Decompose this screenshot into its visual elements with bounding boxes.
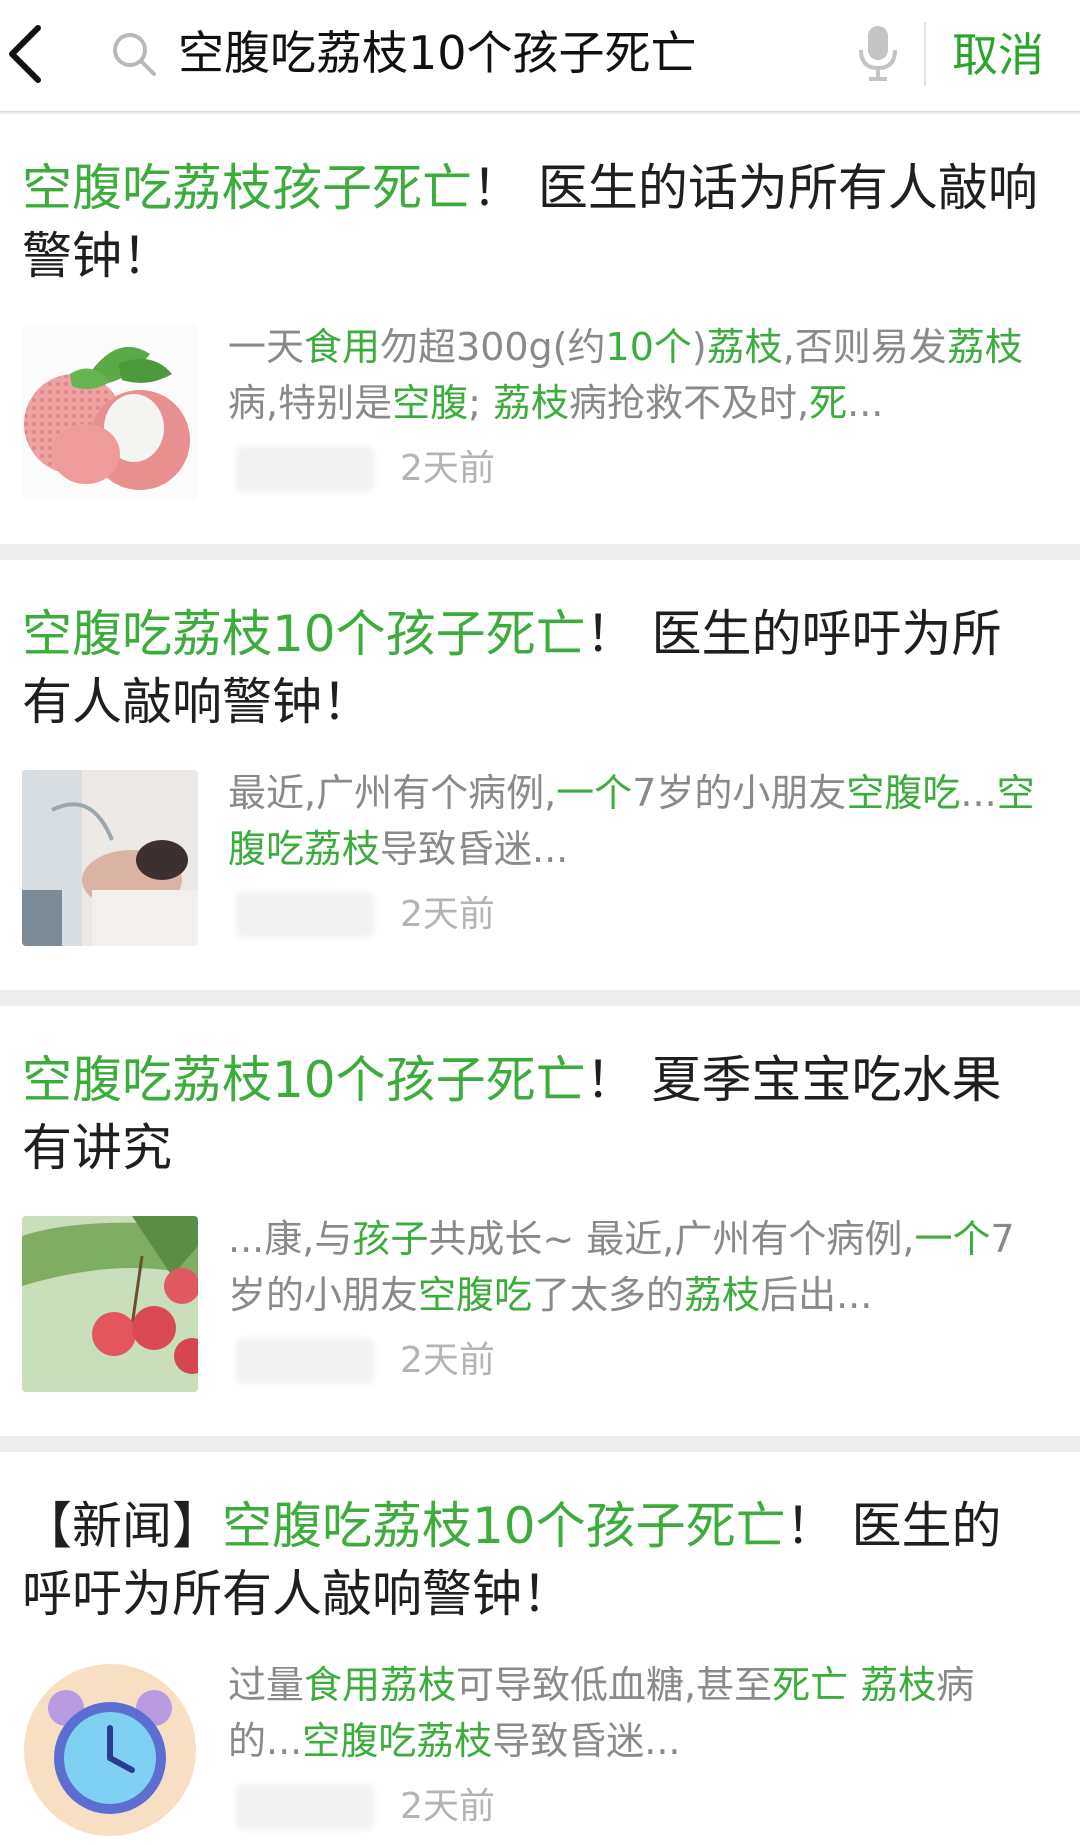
highlighted-keyword: 荔枝 <box>946 325 1023 369</box>
lychee-tree-image <box>22 1216 198 1392</box>
text-segment: 导致昏迷... <box>380 827 569 871</box>
result-time: 2天前 <box>400 1340 495 1381</box>
highlighted-keyword: 一个 <box>556 771 633 815</box>
highlighted-keyword: 空腹吃荔枝10个孩子死亡 <box>22 1051 586 1109</box>
result-title[interactable]: 空腹吃荔枝10个孩子死亡！ 夏季宝宝吃水果有讲究 <box>22 1046 1042 1182</box>
highlighted-keyword: 空腹吃荔枝孩子死亡 <box>22 159 472 217</box>
highlighted-keyword: 荔枝 <box>684 1273 761 1317</box>
text-segment: ,否则易发 <box>782 325 947 369</box>
highlighted-keyword: 空腹吃荔枝10个孩子死亡 <box>222 1497 786 1555</box>
search-icon <box>113 33 156 76</box>
text-segment: 一天 <box>228 325 305 369</box>
highlighted-keyword: 10个 <box>605 325 692 369</box>
result-snippet: 一天食用勿超300g(约10个)荔枝,否则易发荔枝病,特别是空腹; 荔枝病抢救不… <box>228 319 1048 431</box>
result-title[interactable]: 空腹吃荔枝10个孩子死亡！ 医生的呼吁为所有人敲响警钟！ <box>22 600 1042 736</box>
result-time: 2天前 <box>400 894 495 935</box>
text-segment: 可导致低血糖,甚至 <box>456 1663 773 1707</box>
lychee-image <box>22 324 198 500</box>
chevron-left-icon <box>9 25 41 83</box>
text-segment: 【新闻】 <box>22 1497 222 1555</box>
highlighted-keyword: 荔枝 <box>493 381 570 425</box>
search-input[interactable]: 空腹吃荔枝10个孩子死亡 <box>178 18 838 88</box>
back-button[interactable] <box>0 0 70 112</box>
result-snippet: 过量食用荔枝可导致低血糖,甚至死亡 荔枝病的...空腹吃荔枝导致昏迷... <box>228 1657 1048 1769</box>
search-header: 空腹吃荔枝10个孩子死亡 取消 <box>0 0 1080 112</box>
alarm-clock-icon <box>22 1662 198 1838</box>
text-segment: ; <box>468 381 493 425</box>
source-name-blurred <box>236 1338 374 1384</box>
result-time: 2天前 <box>400 1786 495 1827</box>
cancel-button[interactable]: 取消 <box>952 20 1044 90</box>
text-segment: ) <box>691 325 707 369</box>
highlighted-keyword: 空腹 <box>392 381 469 425</box>
header-divider <box>924 22 926 86</box>
highlighted-keyword: 空腹吃荔枝 <box>302 1719 493 1763</box>
source-name-blurred <box>236 892 374 938</box>
text-segment: 病,特别是 <box>228 381 393 425</box>
hospital-patient-image <box>22 770 198 946</box>
text-segment: 7岁的小朋友 <box>632 771 847 815</box>
result-snippet: 最近,广州有个病例,一个7岁的小朋友空腹吃...空腹吃荔枝导致昏迷... <box>228 765 1048 877</box>
result-card[interactable]: 空腹吃荔枝孩子死亡！ 医生的话为所有人敲响警钟！ 一天食用勿超300g(约10个… <box>0 114 1080 544</box>
text-segment: 病抢救不及时, <box>569 381 810 425</box>
result-snippet: ...康,与孩子共成长~ 最近,广州有个病例,一个7岁的小朋友空腹吃了太多的荔枝… <box>228 1211 1048 1323</box>
highlighted-keyword: 食用 <box>304 325 381 369</box>
text-segment: 共成长~ 最近,广州有个病例, <box>428 1217 915 1261</box>
text-segment: 勿超300g(约 <box>380 325 606 369</box>
result-title[interactable]: 空腹吃荔枝孩子死亡！ 医生的话为所有人敲响警钟！ <box>22 154 1042 290</box>
source-name-blurred <box>236 1784 374 1830</box>
highlighted-keyword: 死 <box>809 381 848 425</box>
text-segment: ... <box>847 381 884 425</box>
microphone-icon[interactable] <box>855 24 901 82</box>
highlighted-keyword: 空腹 <box>846 771 923 815</box>
highlighted-keyword: 一个 <box>914 1217 991 1261</box>
result-card[interactable]: 空腹吃荔枝10个孩子死亡！ 夏季宝宝吃水果有讲究 ...康,与孩子共成长~ 最近… <box>0 1006 1080 1436</box>
source-name-blurred <box>236 446 374 492</box>
highlighted-keyword: 空腹吃荔枝10个孩子死亡 <box>22 605 586 663</box>
result-card[interactable]: 【新闻】空腹吃荔枝10个孩子死亡！ 医生的呼吁为所有人敲响警钟！ 过量食用荔枝可… <box>0 1452 1080 1845</box>
highlighted-keyword: 空腹吃 <box>418 1273 533 1317</box>
result-title[interactable]: 【新闻】空腹吃荔枝10个孩子死亡！ 医生的呼吁为所有人敲响警钟！ <box>22 1492 1042 1628</box>
text-segment: ...康,与 <box>228 1217 353 1261</box>
text-segment: 导致昏迷... <box>492 1719 681 1763</box>
text-segment: 了太多的 <box>532 1273 685 1317</box>
highlighted-keyword: 死亡 荔枝 <box>772 1663 937 1707</box>
highlighted-keyword: 食用荔枝 <box>304 1663 457 1707</box>
highlighted-keyword: 吃 <box>922 771 961 815</box>
text-segment: 过量 <box>228 1663 305 1707</box>
text-segment: 后出... <box>760 1273 873 1317</box>
text-segment: ... <box>960 771 997 815</box>
result-time: 2天前 <box>400 448 495 489</box>
highlighted-keyword: 荔枝 <box>706 325 783 369</box>
highlighted-keyword: 孩子 <box>352 1217 429 1261</box>
result-card[interactable]: 空腹吃荔枝10个孩子死亡！ 医生的呼吁为所有人敲响警钟！ 最近,广州有个病例,一… <box>0 560 1080 990</box>
text-segment: 最近,广州有个病例, <box>228 771 557 815</box>
